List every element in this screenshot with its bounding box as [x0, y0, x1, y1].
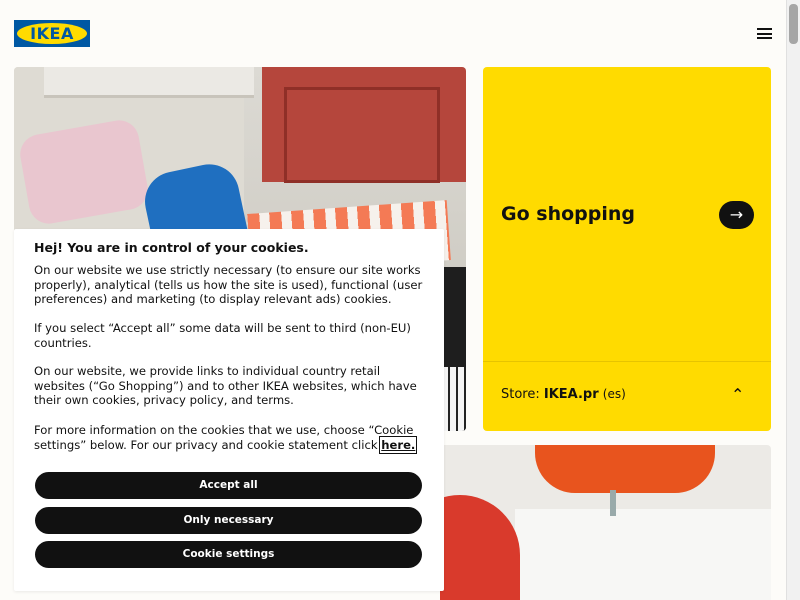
cookie-paragraph-1: On our website we use strictly necessary…	[34, 263, 423, 307]
chevron-up-icon[interactable]: ⌃	[731, 385, 744, 404]
store-selector[interactable]: Store: IKEA.pr (es)	[501, 387, 626, 402]
hamburger-menu-icon[interactable]	[757, 28, 772, 39]
store-label: Store:	[501, 387, 540, 402]
page-scrollbar[interactable]	[786, 0, 800, 600]
cookie-consent-dialog: Hej! You are in control of your cookies.…	[14, 229, 444, 591]
go-shopping-card[interactable]: Go shopping → Store: IKEA.pr (es) ⌃	[483, 67, 771, 431]
cookie-paragraph-3: On our website, we provide links to indi…	[34, 364, 417, 408]
card-divider	[483, 361, 771, 362]
scrollbar-thumb[interactable]	[789, 4, 798, 44]
cookie-paragraph-4: For more information on the cookies that…	[34, 423, 429, 454]
cookie-dialog-title: Hej! You are in control of your cookies.	[34, 240, 309, 255]
ikea-logo[interactable]: IKEA	[14, 20, 90, 47]
logo-text: IKEA	[30, 24, 74, 43]
store-language: (es)	[602, 387, 626, 401]
go-shopping-title[interactable]: Go shopping	[501, 203, 635, 225]
only-necessary-button[interactable]: Only necessary	[35, 507, 422, 534]
arrow-right-icon[interactable]: →	[719, 201, 754, 229]
cookie-settings-button[interactable]: Cookie settings	[35, 541, 422, 568]
cookie-paragraph-2: If you select “Accept all” some data wil…	[34, 321, 411, 350]
cookie-paragraph-4-text: For more information on the cookies that…	[34, 423, 414, 452]
accept-all-button[interactable]: Accept all	[35, 472, 422, 499]
privacy-statement-link[interactable]: here.	[379, 435, 418, 454]
chairs-image[interactable]	[440, 445, 771, 600]
store-name: IKEA.pr	[543, 387, 599, 402]
